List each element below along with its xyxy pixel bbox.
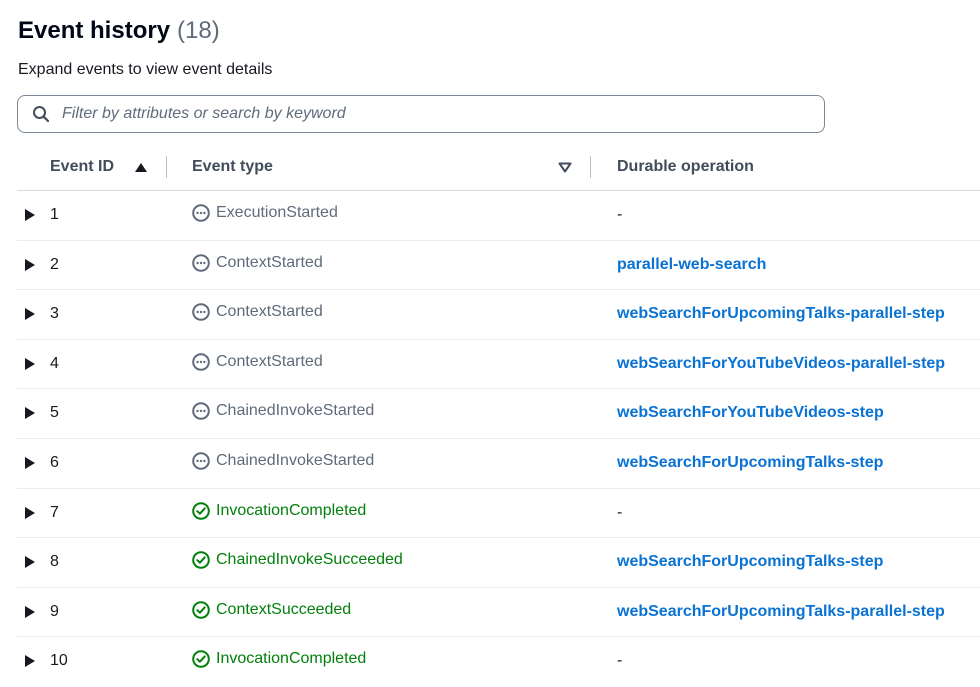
- event-type-cell: ContextStarted: [192, 254, 323, 272]
- column-divider[interactable]: [590, 156, 591, 178]
- column-header-event-type[interactable]: Event type: [192, 158, 273, 176]
- event-type-label: ChainedInvokeSucceeded: [216, 551, 403, 569]
- expand-caret-icon[interactable]: [25, 456, 35, 469]
- table-header: Event ID Event type Durable operation: [17, 143, 980, 191]
- event-count: (18): [177, 17, 220, 44]
- filter-search-box[interactable]: [17, 95, 825, 133]
- expand-caret-icon[interactable]: [25, 308, 35, 321]
- panel-description: Expand events to view event details: [18, 61, 273, 78]
- durable-operation-empty: -: [617, 503, 623, 521]
- column-header-durable-operation[interactable]: Durable operation: [617, 158, 754, 176]
- expand-caret-icon[interactable]: [25, 357, 35, 370]
- in-progress-dots-icon: [192, 253, 210, 272]
- table-row[interactable]: 2 ContextStarted parallel-web-search: [17, 241, 980, 291]
- in-progress-dots-icon: [192, 204, 210, 222]
- expand-caret-icon[interactable]: [25, 605, 35, 618]
- success-check-icon: [192, 501, 210, 520]
- page-title: Event history: [18, 17, 171, 44]
- table-row[interactable]: 7 InvocationCompleted -: [17, 489, 980, 539]
- event-id-cell: 5: [50, 404, 59, 422]
- event-history-panel: Event history (18) Expand events to view…: [0, 0, 980, 687]
- expand-caret-icon[interactable]: [25, 209, 35, 221]
- durable-operation-link[interactable]: webSearchForUpcomingTalks-parallel-step: [617, 603, 945, 621]
- filter-search-input[interactable]: [60, 104, 784, 124]
- table-body: 1 ExecutionStarted - 2 ContextStarted pa…: [17, 191, 980, 686]
- event-id-cell: 7: [50, 503, 59, 521]
- event-type-label: ContextStarted: [216, 303, 323, 321]
- event-type-label: ChainedInvokeStarted: [216, 402, 375, 420]
- sort-descending-icon[interactable]: [558, 162, 572, 173]
- expand-caret-icon[interactable]: [25, 407, 35, 420]
- event-id-cell: 3: [50, 305, 59, 323]
- search-icon: [33, 106, 50, 123]
- event-type-label: InvocationCompleted: [216, 650, 367, 668]
- durable-operation-link[interactable]: webSearchForUpcomingTalks-step: [617, 553, 883, 571]
- column-divider[interactable]: [166, 156, 167, 178]
- durable-operation-empty: -: [617, 206, 623, 223]
- event-id-cell: 2: [50, 255, 59, 273]
- event-id-cell: 6: [50, 453, 59, 471]
- events-table: Event ID Event type Durable operation 1 …: [17, 143, 980, 686]
- event-type-label: InvocationCompleted: [216, 501, 367, 519]
- event-type-cell: ContextSucceeded: [192, 601, 351, 619]
- event-type-cell: ExecutionStarted: [192, 204, 338, 222]
- event-type-label: ContextSucceeded: [216, 600, 352, 618]
- event-id-cell: 4: [50, 354, 59, 372]
- event-type-cell: InvocationCompleted: [192, 650, 367, 669]
- event-type-label: ContextStarted: [216, 253, 323, 271]
- expand-caret-icon[interactable]: [25, 506, 35, 519]
- table-row[interactable]: 3 ContextStarted webSearchForUpcomingTal…: [17, 290, 980, 340]
- expand-caret-icon[interactable]: [25, 258, 35, 271]
- durable-operation-empty: -: [617, 652, 623, 670]
- durable-operation-link[interactable]: webSearchForYouTubeVideos-parallel-step: [617, 355, 945, 373]
- event-type-label: ContextStarted: [216, 352, 323, 370]
- sort-ascending-icon[interactable]: [135, 163, 147, 172]
- success-check-icon: [192, 551, 210, 569]
- event-type-cell: ContextStarted: [192, 303, 323, 321]
- table-row[interactable]: 5 ChainedInvokeStarted webSearchForYouTu…: [17, 389, 980, 439]
- event-type-label: ChainedInvokeStarted: [216, 451, 375, 469]
- expand-caret-icon[interactable]: [25, 655, 35, 668]
- success-check-icon: [192, 650, 210, 669]
- table-row[interactable]: 10 InvocationCompleted -: [17, 637, 980, 686]
- event-type-label: ExecutionStarted: [216, 204, 338, 221]
- in-progress-dots-icon: [192, 452, 210, 470]
- column-header-event-id[interactable]: Event ID: [50, 158, 114, 176]
- table-row[interactable]: 9 ContextSucceeded webSearchForUpcomingT…: [17, 588, 980, 638]
- durable-operation-link[interactable]: webSearchForYouTubeVideos-step: [617, 404, 884, 422]
- event-type-cell: ChainedInvokeSucceeded: [192, 551, 403, 569]
- event-id-cell: 9: [50, 602, 59, 620]
- panel-header: Event history (18): [18, 17, 220, 45]
- durable-operation-link[interactable]: webSearchForUpcomingTalks-parallel-step: [617, 305, 945, 323]
- in-progress-dots-icon: [192, 303, 210, 321]
- table-row[interactable]: 6 ChainedInvokeStarted webSearchForUpcom…: [17, 439, 980, 489]
- in-progress-dots-icon: [192, 352, 210, 371]
- table-row[interactable]: 4 ContextStarted webSearchForYouTubeVide…: [17, 340, 980, 390]
- table-row[interactable]: 1 ExecutionStarted -: [17, 191, 980, 241]
- event-id-cell: 10: [50, 652, 68, 670]
- event-type-cell: ChainedInvokeStarted: [192, 402, 375, 421]
- event-id-cell: 1: [50, 206, 59, 223]
- expand-caret-icon[interactable]: [25, 556, 35, 569]
- event-type-cell: ContextStarted: [192, 353, 323, 371]
- durable-operation-link[interactable]: parallel-web-search: [617, 256, 766, 274]
- in-progress-dots-icon: [192, 402, 210, 421]
- event-id-cell: 8: [50, 553, 59, 571]
- table-row[interactable]: 8 ChainedInvokeSucceeded webSearchForUpc…: [17, 538, 980, 588]
- durable-operation-link[interactable]: webSearchForUpcomingTalks-step: [617, 454, 883, 472]
- event-type-cell: InvocationCompleted: [192, 502, 366, 520]
- event-type-cell: ChainedInvokeStarted: [192, 452, 374, 470]
- success-check-icon: [192, 600, 210, 619]
